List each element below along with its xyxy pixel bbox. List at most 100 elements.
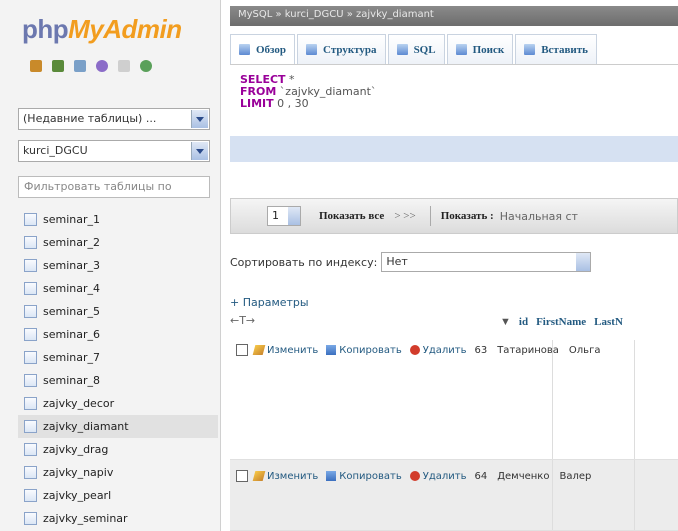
next-page-buttons[interactable]: > >> (394, 210, 415, 222)
table-filter-input[interactable]: Фильтровать таблицы по (18, 176, 210, 198)
column-lastname[interactable]: LastN (594, 316, 623, 328)
sidebar-table-label[interactable]: seminar_7 (43, 351, 100, 364)
sidebar-table-item[interactable]: seminar_5 (18, 300, 218, 323)
delete-icon (409, 345, 420, 355)
recent-tables-select[interactable]: (Недавние таблицы) ... (18, 108, 210, 130)
sidebar-table-label[interactable]: seminar_5 (43, 305, 100, 318)
sidebar-table-label[interactable]: seminar_2 (43, 236, 100, 249)
navigation-icons (30, 60, 152, 72)
edit-row-button[interactable]: Изменить (252, 345, 318, 356)
breadcrumb[interactable]: MySQL » kurci_DGCU » zajvky_diamant (230, 6, 678, 26)
home-icon[interactable] (30, 60, 42, 72)
table-icon[interactable] (24, 489, 37, 502)
column-move-arrows[interactable]: ←T→ (230, 314, 255, 327)
database-select[interactable]: kurci_DGCU (18, 140, 210, 162)
table-icon[interactable] (24, 213, 37, 226)
sidebar-table-item[interactable]: seminar_4 (18, 277, 218, 300)
sidebar-table-item[interactable]: zajvky_drag (18, 438, 218, 461)
copy-row-button[interactable]: Копировать (326, 471, 402, 482)
table-icon[interactable] (24, 443, 37, 456)
divider (429, 206, 431, 226)
table-icon[interactable] (24, 236, 37, 249)
sidebar-table-item[interactable]: zajvky_diamant (18, 415, 218, 438)
tab-sql[interactable]: SQL (387, 34, 445, 64)
cell-id: 63 (474, 344, 488, 356)
sidebar-table-item[interactable]: seminar_2 (18, 231, 218, 254)
sort-index-select[interactable]: Нет (381, 252, 592, 272)
search-icon (455, 44, 467, 55)
page-select[interactable]: 1 (267, 206, 301, 226)
table-icon[interactable] (24, 512, 37, 525)
tab-insert[interactable]: Вставить (515, 34, 597, 64)
table-icon[interactable] (24, 351, 37, 364)
help-icon[interactable] (96, 60, 108, 72)
copy-row-button[interactable]: Копировать (326, 345, 402, 356)
column-id[interactable]: id (519, 316, 528, 328)
sidebar-table-item[interactable]: zajvky_seminar (18, 507, 218, 530)
chevron-down-icon (288, 207, 300, 225)
cell-firstname: Татаринова (497, 344, 559, 356)
tab-browse[interactable]: Обзор (230, 34, 296, 64)
column-firstname[interactable]: FirstName (536, 316, 586, 328)
sidebar-table-item[interactable]: zajvky_pearl (18, 484, 218, 507)
table-icon[interactable] (24, 374, 37, 387)
table-icon[interactable] (24, 305, 37, 318)
sidebar-table-item[interactable]: seminar_3 (18, 254, 218, 277)
phpmyadmin-logo[interactable]: phpMyAdmin (22, 14, 182, 45)
edit-row-button[interactable]: Изменить (252, 471, 318, 482)
show-label: Показать : (440, 210, 494, 222)
cell-lastname: Ольга (568, 344, 601, 356)
sidebar-table-label[interactable]: seminar_6 (43, 328, 100, 341)
sidebar-table-label[interactable]: zajvky_pearl (43, 489, 111, 502)
sql-query-display: SELECT * FROM `zajvky_diamant` LIMIT 0 ,… (240, 73, 377, 110)
pagination-bar: 1 Показать все > >> Показать : Начальная… (230, 198, 678, 234)
copy-icon (326, 345, 337, 355)
sidebar-table-label[interactable]: zajvky_diamant (43, 420, 129, 433)
delete-row-button[interactable]: Удалить (409, 345, 466, 356)
exit-icon[interactable] (52, 60, 64, 72)
start-row-label: Начальная ст (499, 209, 578, 223)
cell-id: 64 (474, 470, 488, 482)
sidebar-table-label[interactable]: zajvky_decor (43, 397, 114, 410)
sidebar-table-label[interactable]: seminar_3 (43, 259, 100, 272)
row-checkbox[interactable] (236, 470, 248, 482)
cell-firstname: Демченко (497, 470, 550, 482)
sidebar-table-item[interactable]: seminar_6 (18, 323, 218, 346)
table-icon[interactable] (24, 282, 37, 295)
browse-icon (239, 44, 250, 55)
sidebar-table-item[interactable]: seminar_1 (18, 208, 218, 231)
delete-icon (409, 471, 420, 481)
table-row: Изменить Копировать Удалить 64 Демченко … (230, 460, 678, 531)
table-icon[interactable] (24, 466, 37, 479)
sidebar-table-item[interactable]: zajvky_napiv (18, 461, 218, 484)
sidebar-table-label[interactable]: zajvky_drag (43, 443, 108, 456)
show-all-button[interactable]: Показать все (319, 210, 384, 222)
tab-structure[interactable]: Структура (297, 34, 386, 64)
sidebar-table-label[interactable]: seminar_4 (43, 282, 100, 295)
table-icon[interactable] (24, 420, 37, 433)
options-link[interactable]: + Параметры (230, 296, 309, 309)
sidebar-table-item[interactable]: seminar_7 (18, 346, 218, 369)
sidebar-table-label[interactable]: seminar_8 (43, 374, 100, 387)
table-icon[interactable] (24, 328, 37, 341)
pencil-icon (252, 345, 266, 355)
tab-search[interactable]: Поиск (446, 34, 514, 64)
copy-icon (326, 471, 337, 481)
sidebar-table-item[interactable]: zajvky_decor (18, 392, 218, 415)
navigation-panel: phpMyAdmin (Недавние таблицы) ... kurci_… (0, 0, 221, 531)
sidebar-table-label[interactable]: zajvky_seminar (43, 512, 128, 525)
sidebar-table-label[interactable]: zajvky_napiv (43, 466, 113, 479)
query-toolbar (230, 136, 678, 162)
chevron-down-icon (191, 142, 208, 160)
sort-marker-icon[interactable]: ▼ (500, 316, 511, 328)
reload-icon[interactable] (140, 60, 152, 72)
table-icon[interactable] (24, 397, 37, 410)
column-headers: ▼ id FirstName LastN (500, 316, 623, 328)
delete-row-button[interactable]: Удалить (409, 471, 466, 482)
docs-icon[interactable] (118, 60, 130, 72)
table-icon[interactable] (24, 259, 37, 272)
row-checkbox[interactable] (236, 344, 248, 356)
query-window-icon[interactable] (74, 60, 86, 72)
sidebar-table-label[interactable]: seminar_1 (43, 213, 100, 226)
sidebar-table-item[interactable]: seminar_8 (18, 369, 218, 392)
